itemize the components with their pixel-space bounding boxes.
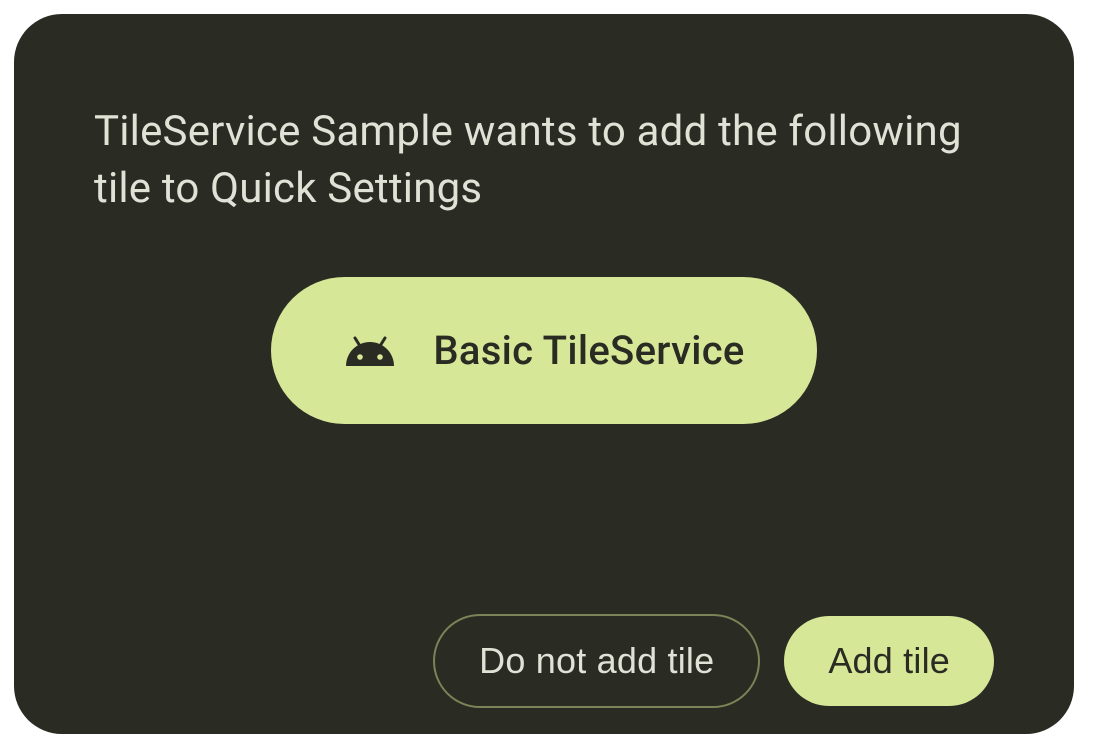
tile-label: Basic TileService bbox=[433, 327, 744, 374]
android-icon bbox=[343, 336, 397, 366]
do-not-add-tile-button[interactable]: Do not add tile bbox=[433, 614, 760, 708]
add-tile-button[interactable]: Add tile bbox=[784, 616, 994, 706]
add-tile-dialog: TileService Sample wants to add the foll… bbox=[14, 14, 1074, 734]
dialog-actions: Do not add tile Add tile bbox=[433, 614, 994, 708]
tile-preview-chip: Basic TileService bbox=[271, 277, 816, 424]
dialog-message: TileService Sample wants to add the foll… bbox=[94, 104, 994, 217]
